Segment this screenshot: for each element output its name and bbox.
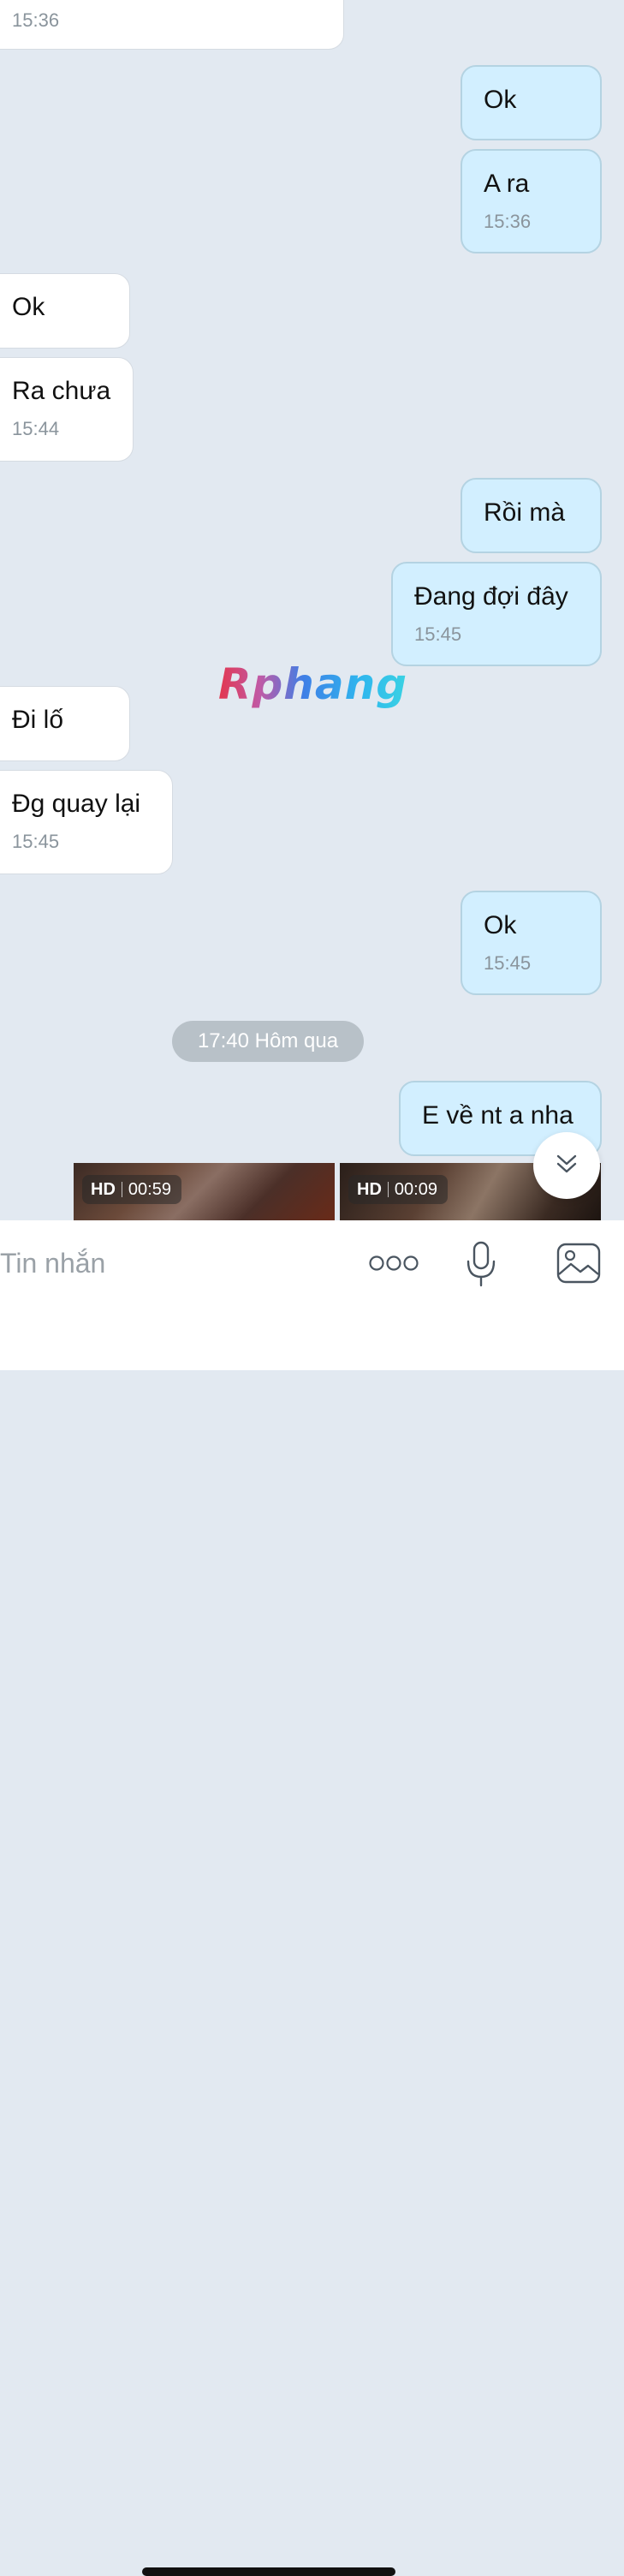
video-badge: HD 00:09 xyxy=(348,1175,448,1204)
message-text: Ok xyxy=(484,86,517,114)
message-text: Đi lố xyxy=(12,706,64,734)
chat-thread[interactable]: 15:36 Ok A ra 15:36 Ok Ra chưa 15:44 Rồi… xyxy=(0,0,624,1220)
message-text: Ra chưa xyxy=(12,377,111,405)
message-text: Rồi mà xyxy=(484,498,566,527)
video-duration: 00:09 xyxy=(394,1180,437,1199)
message-sent[interactable]: Ok 15:45 xyxy=(461,891,602,995)
message-received[interactable]: Đi lố xyxy=(0,686,130,761)
watermark-logo: Rphang xyxy=(218,659,408,709)
message-input[interactable]: Tin nhắn xyxy=(0,1246,105,1280)
image-gallery-icon[interactable] xyxy=(555,1241,603,1285)
message-text: Ok xyxy=(484,911,517,939)
message-text: Đg quay lại xyxy=(12,790,141,818)
message-sent[interactable]: A ra 15:36 xyxy=(461,149,602,253)
double-chevron-down-icon xyxy=(554,1151,579,1181)
badge-divider xyxy=(387,1182,389,1197)
message-sent[interactable]: Rồi mà xyxy=(461,478,602,553)
message-text: E về nt a nha xyxy=(422,1101,573,1130)
video-quality: HD xyxy=(91,1180,116,1199)
message-time: 15:36 xyxy=(12,9,60,31)
message-time: 15:45 xyxy=(484,952,532,974)
video-quality: HD xyxy=(357,1180,382,1199)
video-badge: HD 00:59 xyxy=(82,1175,181,1204)
date-separator: 17:40 Hôm qua xyxy=(172,1021,364,1062)
message-sent[interactable]: Ok xyxy=(461,65,602,140)
message-text: Đang đợi đây xyxy=(414,582,568,611)
message-received[interactable]: Ok xyxy=(0,273,130,349)
message-composer: Tin nhắn xyxy=(0,1220,624,2576)
message-time: 15:36 xyxy=(484,211,532,232)
message-received[interactable]: Đg quay lại 15:45 xyxy=(0,770,173,874)
scroll-to-bottom-button[interactable] xyxy=(533,1132,600,1199)
video-duration: 00:59 xyxy=(128,1180,171,1199)
more-dots-icon[interactable] xyxy=(368,1246,419,1280)
home-indicator xyxy=(142,2567,395,2576)
message-time: 15:45 xyxy=(414,623,462,645)
video-thumbnail[interactable]: HD 00:59 xyxy=(74,1163,335,1220)
message-text: Ok xyxy=(12,293,45,321)
message-time: 15:44 xyxy=(12,418,60,439)
message-time: 15:45 xyxy=(12,831,60,852)
microphone-icon[interactable] xyxy=(464,1241,498,1289)
message-received[interactable]: Ra chưa 15:44 xyxy=(0,357,134,462)
message-received[interactable]: 15:36 xyxy=(0,0,344,50)
message-text: A ra xyxy=(484,170,530,198)
message-sent[interactable]: Đang đợi đây 15:45 xyxy=(391,562,602,666)
